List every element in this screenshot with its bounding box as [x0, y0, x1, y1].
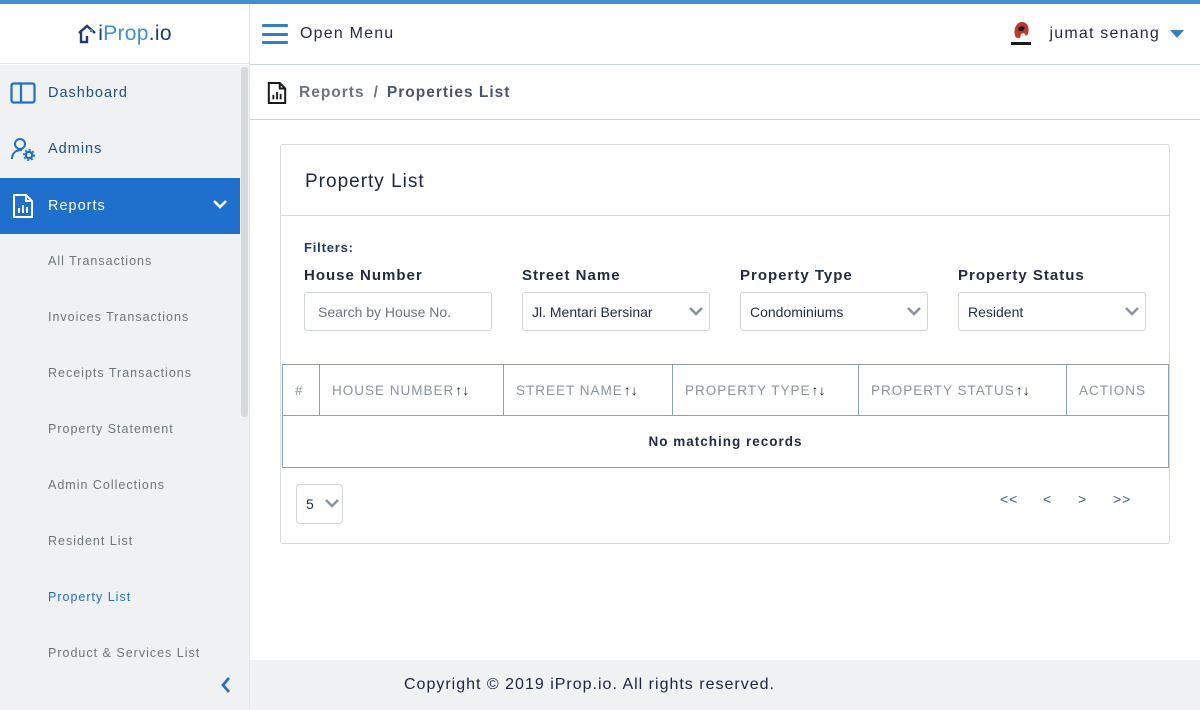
submenu-resident-list[interactable]: Resident List: [48, 534, 133, 548]
open-menu-label[interactable]: Open Menu: [300, 25, 394, 43]
chevron-down-icon[interactable]: [212, 198, 228, 210]
logo-text-prop: Prop: [103, 21, 149, 45]
empty-table-message: No matching records: [282, 416, 1169, 468]
chevron-down-icon: [907, 307, 921, 316]
submenu-property-statement[interactable]: Property Statement: [48, 422, 174, 436]
house-number-search-input[interactable]: Search by House No.: [304, 292, 492, 331]
chevron-down-icon: [325, 499, 339, 508]
sidebar: Dashboard Admins Reports All Transaction…: [0, 65, 250, 710]
logo-text-io: .io: [148, 21, 172, 45]
property-list-card: Property List Filters: House Number Sear…: [280, 144, 1170, 544]
sort-icon[interactable]: ↑↓: [812, 382, 826, 398]
select-value: Condominiums: [750, 303, 844, 320]
submenu-receipts-transactions[interactable]: Receipts Transactions: [48, 366, 192, 380]
filter-label: Property Type: [740, 267, 853, 284]
select-value: Resident: [968, 303, 1024, 320]
breadcrumb-separator: /: [373, 83, 378, 101]
house-logo-icon: [78, 23, 96, 43]
sidebar-item-dashboard[interactable]: Dashboard: [0, 65, 240, 121]
report-file-icon: [267, 80, 289, 106]
filter-property-type: Property Type Condominiums: [740, 267, 928, 331]
chevron-down-icon: [1125, 307, 1139, 316]
sort-icon[interactable]: ↑↓: [455, 382, 469, 398]
breadcrumb-current: Properties List: [386, 83, 511, 101]
filters-label: Filters:: [304, 240, 354, 255]
submenu-all-transactions[interactable]: All Transactions: [48, 254, 152, 268]
sidebar-scrollbar[interactable]: [241, 67, 248, 417]
iprop-logo[interactable]: i Prop .io: [77, 22, 172, 46]
spartan-avatar-icon: [1008, 20, 1034, 48]
column-house-number[interactable]: HOUSE NUMBER ↑↓: [320, 365, 504, 415]
property-type-select[interactable]: Condominiums: [740, 292, 928, 331]
pagination-first[interactable]: <<: [1000, 491, 1018, 507]
pagination-last[interactable]: >>: [1113, 491, 1131, 507]
column-index: #: [282, 365, 320, 415]
hamburger-icon[interactable]: [262, 24, 288, 44]
sidebar-item-label: Admins: [48, 141, 103, 157]
caret-down-icon[interactable]: [1170, 30, 1184, 38]
property-status-select[interactable]: Resident: [958, 292, 1146, 331]
filter-label: Property Status: [958, 267, 1085, 284]
sidebar-item-reports[interactable]: Reports: [0, 178, 240, 234]
sort-icon[interactable]: ↑↓: [624, 382, 638, 398]
sort-icon[interactable]: ↑↓: [1016, 382, 1030, 398]
filter-label: Street Name: [522, 267, 621, 284]
top-header: Open Menu jumat senang: [250, 4, 1200, 65]
footer: Copyright © 2019 iProp.io. All rights re…: [250, 660, 1200, 710]
column-actions: ACTIONS: [1067, 365, 1169, 415]
card-divider: [281, 215, 1169, 216]
pagination-next[interactable]: >: [1078, 491, 1087, 507]
sidebar-item-label: Reports: [48, 198, 106, 214]
sidebar-item-label: Dashboard: [48, 85, 128, 101]
page-size-value: 5: [306, 496, 314, 512]
submenu-invoices-transactions[interactable]: Invoices Transactions: [48, 310, 189, 324]
submenu-property-list[interactable]: Property List: [48, 590, 131, 604]
column-property-status[interactable]: PROPERTY STATUS ↑↓: [859, 365, 1067, 415]
street-name-select[interactable]: Jl. Mentari Bersinar: [522, 292, 710, 331]
admin-settings-icon: [10, 136, 36, 162]
pagination-prev[interactable]: <: [1043, 491, 1052, 507]
page-size-select[interactable]: 5: [296, 484, 343, 524]
properties-table: # HOUSE NUMBER ↑↓ STREET NAME ↑↓ PROPERTY …: [282, 364, 1169, 468]
filter-property-status: Property Status Resident: [958, 267, 1146, 331]
dashboard-icon: [10, 80, 36, 106]
filter-house-number: House Number Search by House No.: [304, 267, 492, 331]
select-value: Jl. Mentari Bersinar: [532, 303, 653, 320]
chevron-down-icon: [689, 307, 703, 316]
table-header: # HOUSE NUMBER ↑↓ STREET NAME ↑↓ PROPERTY …: [282, 364, 1169, 416]
card-title: Property List: [305, 171, 425, 192]
logo-area: i Prop .io: [0, 4, 250, 64]
column-property-type[interactable]: PROPERTY TYPE ↑↓: [673, 365, 859, 415]
copyright-text: Copyright © 2019 iProp.io. All rights re…: [404, 676, 775, 693]
report-file-icon: [10, 193, 36, 219]
submenu-admin-collections[interactable]: Admin Collections: [48, 478, 165, 492]
sidebar-item-admins[interactable]: Admins: [0, 121, 240, 177]
chevron-left-icon[interactable]: [216, 675, 236, 695]
username[interactable]: jumat senang: [1050, 25, 1160, 43]
submenu-product-services-list[interactable]: Product & Services List: [48, 646, 200, 660]
filter-label: House Number: [304, 267, 423, 284]
user-menu[interactable]: jumat senang: [1008, 4, 1184, 64]
column-street-name[interactable]: STREET NAME ↑↓: [504, 365, 673, 415]
filter-street-name: Street Name Jl. Mentari Bersinar: [522, 267, 710, 331]
breadcrumb: Reports / Properties List: [250, 66, 1200, 120]
breadcrumb-reports-link[interactable]: Reports: [299, 84, 365, 102]
